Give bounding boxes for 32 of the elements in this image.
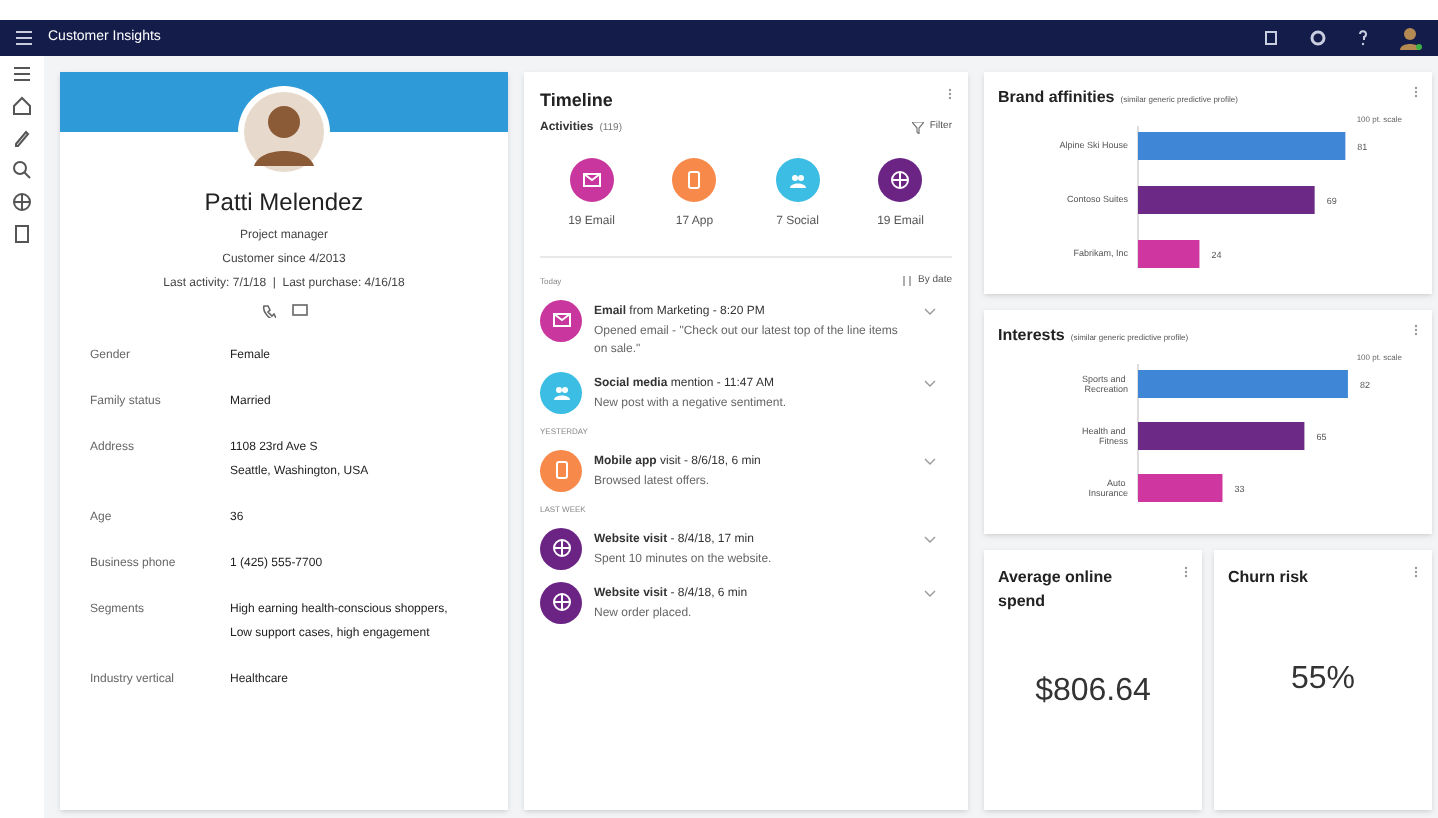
customer-name: Patti Melendez — [204, 186, 364, 220]
globe-icon — [888, 167, 913, 191]
globe-icon — [549, 536, 573, 560]
chart-title: Brand affinities — [998, 86, 1115, 110]
email-icon[interactable] — [291, 304, 307, 316]
globe-icon — [549, 590, 573, 614]
sort-icon — [902, 276, 913, 286]
chevron-down-icon[interactable] — [924, 457, 936, 465]
chevron-down-icon[interactable] — [924, 589, 936, 597]
phone-icon[interactable] — [261, 304, 275, 318]
bar — [1138, 474, 1223, 502]
bar — [1138, 240, 1200, 268]
chevron-down-icon[interactable] — [924, 379, 936, 387]
kpi-value: $806.64 — [1035, 672, 1151, 712]
timeline-title: Timeline — [540, 88, 613, 114]
chevron-down-icon[interactable] — [924, 535, 936, 543]
filter-icon — [911, 122, 924, 134]
kpi-value: 55% — [1290, 660, 1356, 700]
chevron-down-icon[interactable] — [924, 307, 936, 315]
home-icon[interactable] — [12, 96, 32, 116]
avatar-icon[interactable] — [1400, 26, 1422, 50]
menu-icon — [16, 30, 32, 46]
globe-icon[interactable] — [12, 192, 32, 212]
kpi-title: Churn risk — [1228, 566, 1311, 590]
help-icon[interactable] — [1358, 30, 1368, 46]
envelope-icon — [579, 167, 604, 191]
pen-icon[interactable] — [12, 128, 32, 148]
menu-icon[interactable] — [12, 64, 32, 84]
chart-title: Interests — [998, 324, 1065, 348]
search-icon[interactable] — [12, 160, 32, 180]
kpi-title: Average online spend — [998, 566, 1115, 614]
envelope-icon — [549, 308, 573, 332]
